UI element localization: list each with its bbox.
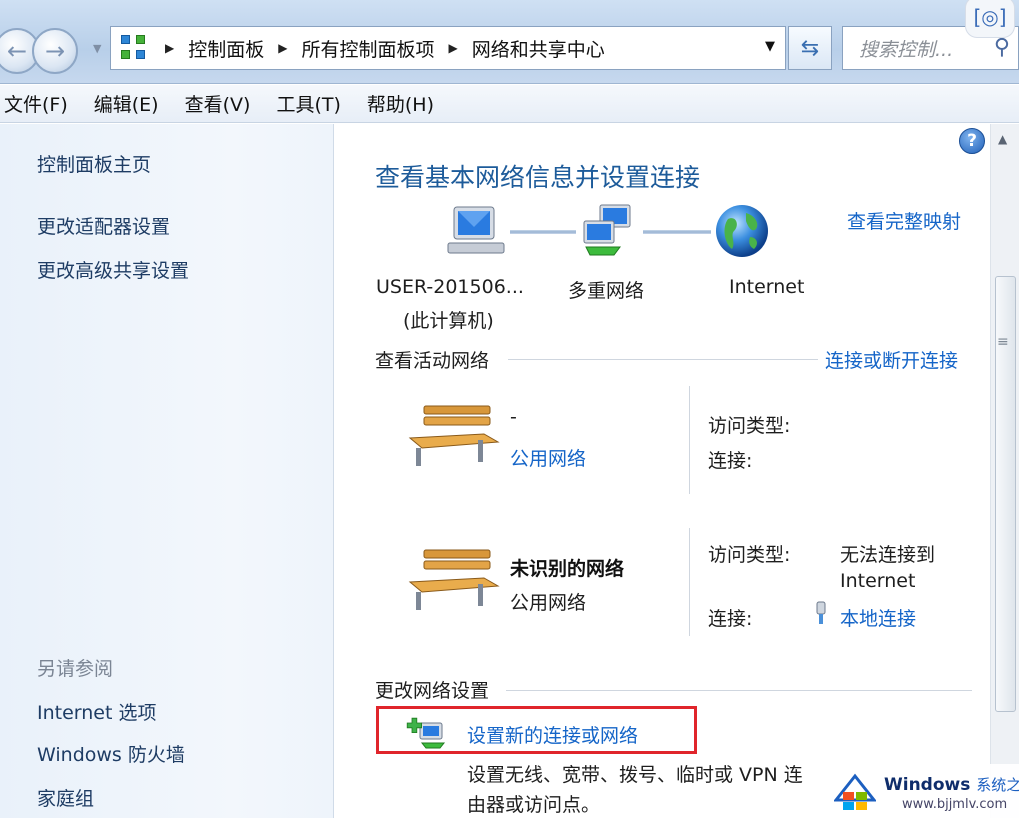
control-panel-icon — [119, 33, 149, 63]
internet-label: Internet — [729, 276, 805, 298]
new-connection-description: 设置无线、宽带、拨号、临时或 VPN 连 — [467, 764, 803, 786]
computer-sub-label: (此计算机) — [403, 310, 494, 332]
computer-icon — [447, 206, 505, 254]
network-1-connection-label: 连接: — [708, 450, 753, 472]
forward-button[interactable]: → — [32, 28, 78, 74]
breadcrumb-control-panel[interactable]: 控制面板 — [188, 35, 264, 62]
network-2-connection-label: 连接: — [708, 608, 753, 630]
network-1-access-label: 访问类型: — [708, 415, 791, 437]
vertical-scrollbar[interactable]: ▲ ≡ — [990, 124, 1019, 818]
new-connection-description-2: 由器或访问点。 — [467, 794, 601, 816]
refresh-button[interactable]: ⇆ — [788, 26, 832, 70]
screen-capture-icon[interactable]: [◎] — [965, 0, 1015, 38]
change-settings-title: 更改网络设置 — [375, 680, 490, 702]
forward-arrow-icon: → — [44, 37, 66, 65]
breadcrumb-separator-icon[interactable]: ▶ — [278, 41, 287, 55]
link-internet-options[interactable]: Internet 选项 — [37, 698, 156, 725]
network-2-access-value-1: 无法连接到 — [840, 544, 936, 566]
highlight-box — [376, 706, 697, 754]
link-windows-firewall[interactable]: Windows 防火墙 — [37, 740, 185, 767]
breadcrumb-network-center[interactable]: 网络和共享中心 — [472, 35, 605, 62]
network-1-name: - — [510, 406, 517, 428]
menu-tools[interactable]: 工具(T) — [276, 90, 340, 117]
search-icon[interactable]: ⚲ — [994, 35, 1010, 60]
connection-line — [643, 230, 711, 234]
link-homegroup[interactable]: 家庭组 — [37, 784, 94, 811]
breadcrumb: ▶ 控制面板 ▶ 所有控制面板项 ▶ 网络和共享中心 — [161, 35, 605, 62]
menu-help[interactable]: 帮助(H) — [367, 90, 434, 117]
breadcrumb-all-items[interactable]: 所有控制面板项 — [301, 35, 434, 62]
breadcrumb-separator-icon[interactable]: ▶ — [165, 41, 174, 55]
address-field[interactable]: ▶ 控制面板 ▶ 所有控制面板项 ▶ 网络和共享中心 ▼ — [110, 26, 786, 70]
multiple-networks-label: 多重网络 — [568, 280, 645, 302]
network-1-type-link[interactable]: 公用网络 — [510, 444, 586, 471]
windows-logo-icon — [834, 773, 876, 810]
network-2-access-value-2: Internet — [840, 570, 916, 592]
globe-icon — [716, 205, 768, 257]
multiple-networks-icon — [583, 204, 631, 256]
menu-bar: 文件(F) 编辑(E) 查看(V) 工具(T) 帮助(H) — [0, 85, 1019, 123]
menu-edit[interactable]: 编辑(E) — [94, 90, 159, 117]
watermark-brand: Windows — [884, 775, 971, 795]
nav-buttons: ← → — [0, 28, 78, 74]
network-2-name: 未识别的网络 — [510, 558, 625, 580]
column-divider — [689, 528, 690, 636]
watermark-brand-cn: 系统之家 — [976, 776, 1019, 794]
page-title: 查看基本网络信息并设置连接 — [375, 163, 701, 192]
link-connect-or-disconnect[interactable]: 连接或断开连接 — [825, 346, 958, 373]
network-2-type: 公用网络 — [510, 592, 587, 614]
watermark-title: Windows 系统之家 — [884, 774, 1019, 795]
scrollbar-grip-icon: ≡ — [997, 334, 1009, 350]
unidentified-network-bench-icon — [408, 549, 500, 610]
task-pane: 控制面板主页 更改适配器设置 更改高级共享设置 另请参阅 Internet 选项… — [0, 124, 334, 818]
address-dropdown-icon[interactable]: ▼ — [765, 39, 775, 54]
back-arrow-icon: ← — [6, 37, 28, 65]
watermark-url: www.bjjmlv.com — [902, 797, 1008, 812]
refresh-icon: ⇆ — [800, 35, 820, 61]
recent-pages-dropdown-icon[interactable]: ▼ — [93, 42, 105, 55]
link-control-panel-home[interactable]: 控制面板主页 — [37, 150, 151, 177]
link-change-adapter-settings[interactable]: 更改适配器设置 — [37, 212, 170, 239]
breadcrumb-separator-icon[interactable]: ▶ — [449, 41, 458, 55]
computer-name: USER-201506... — [376, 276, 524, 298]
link-see-full-map[interactable]: 查看完整映射 — [847, 207, 961, 234]
scroll-up-icon[interactable]: ▲ — [998, 132, 1007, 146]
site-watermark: Windows 系统之家 www.bjjmlv.com — [830, 764, 1019, 818]
link-local-connection[interactable]: 本地连接 — [840, 604, 916, 631]
network-2-access-label: 访问类型: — [708, 544, 791, 566]
menu-view[interactable]: 查看(V) — [185, 90, 251, 117]
see-also-title: 另请参阅 — [37, 658, 114, 680]
connection-line — [510, 230, 576, 234]
section-divider — [506, 690, 972, 691]
search-placeholder: 搜索控制... — [859, 38, 954, 61]
ethernet-cable-icon — [816, 601, 826, 624]
public-network-bench-icon — [408, 405, 500, 466]
link-change-advanced-sharing[interactable]: 更改高级共享设置 — [37, 256, 189, 283]
active-networks-title: 查看活动网络 — [375, 350, 490, 372]
section-divider — [508, 359, 818, 360]
column-divider — [689, 386, 690, 494]
menu-file[interactable]: 文件(F) — [4, 90, 68, 117]
help-icon[interactable]: ? — [959, 128, 985, 154]
address-toolbar: ← → ▼ ▶ 控制面板 ▶ 所有控制面板项 ▶ 网络和共享中心 ▼ ⇆ 搜索控… — [0, 0, 1019, 84]
